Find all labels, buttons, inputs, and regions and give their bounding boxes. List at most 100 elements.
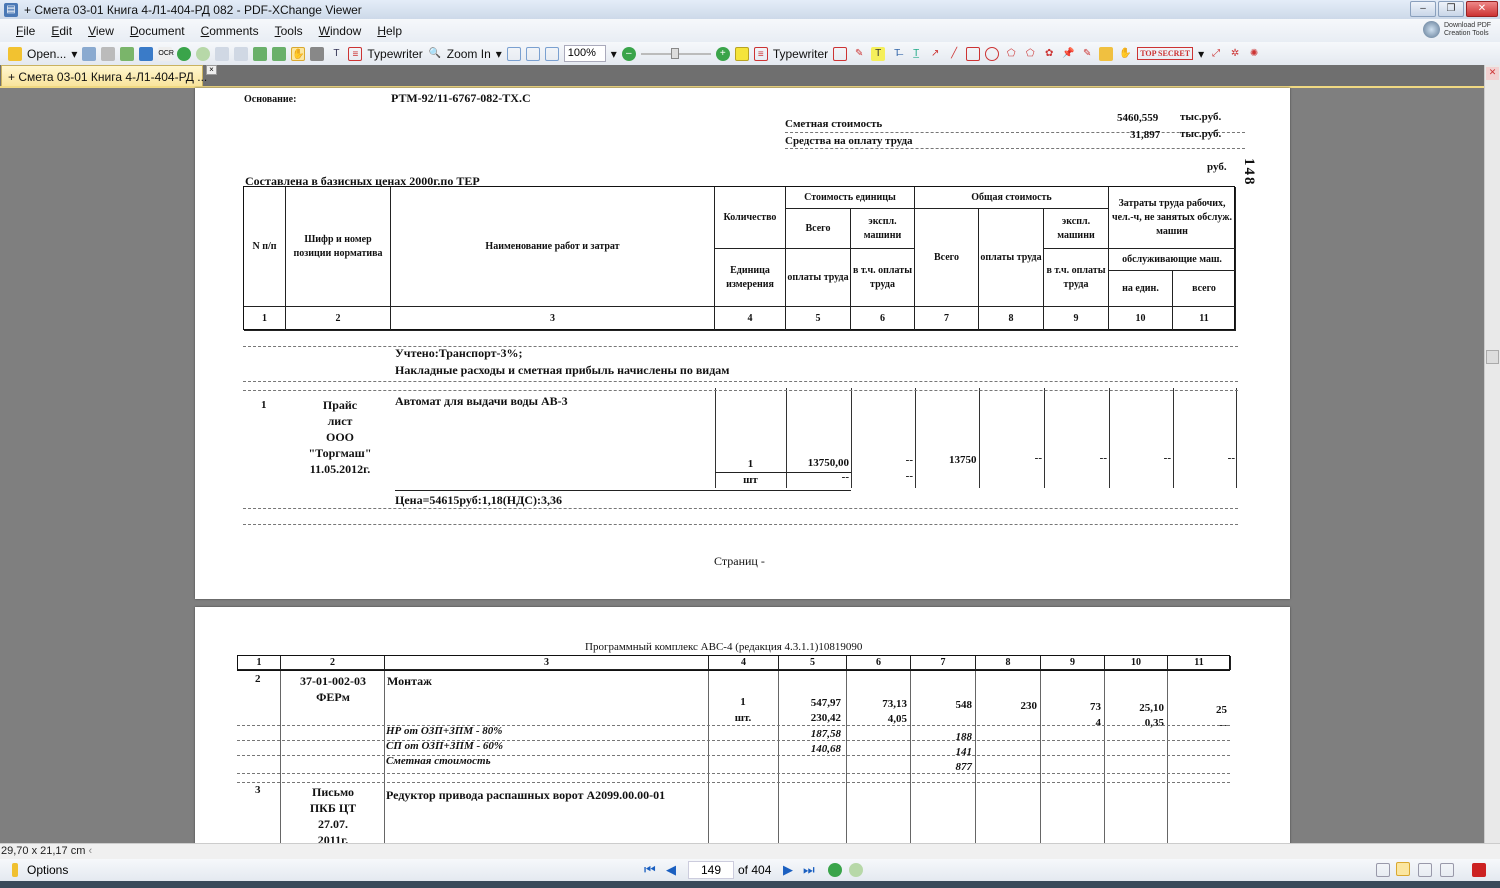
vertical-scrollbar[interactable]: ✕ [1484, 65, 1500, 843]
header-unit-mach: экспл. машини [851, 209, 915, 249]
highlight-icon[interactable]: T [871, 46, 886, 61]
close-document-icon[interactable]: ✕ [1486, 67, 1499, 80]
first-page-icon[interactable]: ⏮ [644, 862, 656, 878]
item-dash: -- [1034, 452, 1042, 464]
col-number: 8 [979, 307, 1044, 331]
rectangle-icon[interactable] [966, 46, 981, 61]
single-page-icon[interactable] [1376, 863, 1390, 877]
prev-page-icon[interactable]: ◀ [666, 862, 676, 878]
line-icon[interactable]: ╱ [947, 47, 961, 61]
redo-icon[interactable] [234, 46, 249, 61]
scan-icon[interactable] [139, 46, 154, 61]
zoom-level-field[interactable]: 100% [563, 45, 606, 62]
col-number: 1 [238, 656, 281, 670]
header-total: всего [1173, 271, 1236, 307]
menu-tools[interactable]: Tools [275, 24, 303, 38]
typewriter2-button[interactable]: Typewriter [773, 47, 828, 61]
estimate-label: Сметная стоимость [386, 755, 491, 767]
menu-help[interactable]: Help [377, 24, 402, 38]
rotate-left-icon[interactable] [253, 46, 268, 61]
save-icon[interactable] [82, 46, 97, 61]
callout-icon[interactable]: ✎ [852, 47, 866, 61]
pin-icon[interactable]: 📌 [1061, 47, 1075, 61]
fit-page-icon[interactable] [525, 46, 540, 61]
col-number: 5 [779, 656, 847, 670]
facing-page-icon[interactable] [1418, 863, 1432, 877]
estimate-c7: 877 [955, 761, 973, 773]
item-dash: -- [1227, 452, 1235, 464]
minimize-button[interactable]: – [1410, 1, 1436, 17]
history-back-icon[interactable] [828, 863, 842, 877]
continuous-facing-icon[interactable] [1440, 863, 1454, 877]
history-forward-icon[interactable] [849, 863, 863, 877]
download-pdf-tools-button[interactable]: Download PDF Creation Tools [1420, 20, 1498, 40]
scrollbar-thumb[interactable] [1486, 350, 1499, 364]
cloud-icon[interactable]: ✿ [1042, 47, 1056, 61]
title-bar: ▤ + Смета 03-01 Книга 4-Л1-404-РД 082 - … [0, 0, 1500, 19]
header-labor-costs: Затраты труда рабочих, чел.-ч, не заняты… [1109, 187, 1236, 249]
sticky-note-icon[interactable] [734, 46, 749, 61]
rotate-right-icon[interactable] [272, 46, 287, 61]
zoom-in-button[interactable]: Zoom In [447, 47, 491, 61]
zoom-out-icon[interactable]: – [621, 46, 636, 61]
row3-name: Редуктор привода распашных ворот А2099.0… [386, 788, 666, 802]
document-tab[interactable]: + Смета 03-01 Книга 4-Л1-404-РД ... [1, 65, 207, 87]
zoom-slider[interactable] [640, 47, 711, 59]
measure-icon[interactable]: ⤢ [1209, 47, 1223, 61]
polygon-icon[interactable]: ⬠ [1004, 47, 1018, 61]
last-page-icon[interactable]: ⏭ [803, 862, 815, 878]
col-number: 2 [286, 307, 391, 331]
item-dash: -- [1163, 452, 1171, 464]
menu-window[interactable]: Window [319, 24, 362, 38]
scroll-left-icon[interactable]: ‹ [88, 845, 92, 857]
status-bar: 29,70 x 21,17 cm ‹ [0, 843, 1500, 859]
row2-num: 2 [255, 673, 261, 685]
menu-view[interactable]: View [88, 24, 114, 38]
eraser-icon[interactable] [1099, 46, 1114, 61]
continuous-page-icon[interactable] [1396, 862, 1410, 876]
back-icon[interactable] [177, 46, 192, 61]
stamp-icon[interactable]: ✋ [1118, 47, 1132, 61]
overhead-label: НР от ОЗП+ЗПМ - 80% [386, 725, 503, 737]
pentagon-icon[interactable]: ⬠ [1023, 47, 1037, 61]
open-button[interactable]: Open... [27, 47, 66, 61]
print-icon[interactable] [101, 46, 116, 61]
email-icon[interactable] [120, 46, 135, 61]
maximize-button[interactable]: ❐ [1438, 1, 1464, 17]
menu-edit[interactable]: Edit [51, 24, 72, 38]
undo-icon[interactable] [215, 46, 230, 61]
perimeter-icon[interactable]: ✺ [1247, 47, 1261, 61]
menu-comments[interactable]: Comments [201, 24, 259, 38]
row3-code: Письмо ПКБ ЦТ 27.07. 2011г. [309, 785, 357, 847]
textbox-icon[interactable] [833, 46, 848, 61]
basis-label: Основание: [244, 94, 297, 105]
row3-num: 3 [255, 784, 261, 796]
basis-value: РТМ-92/11-6767-082-ТХ.С [391, 91, 531, 105]
pdf-menu-icon[interactable] [1472, 863, 1486, 877]
fit-width-icon[interactable] [544, 46, 559, 61]
menu-file[interactable]: File [16, 24, 35, 38]
area-icon[interactable]: ✲ [1228, 47, 1242, 61]
underline-icon[interactable]: T̲ [909, 47, 923, 61]
zoom-plus-icon[interactable]: + [715, 46, 730, 61]
stamp-top-secret[interactable]: TOP SECRET [1137, 47, 1194, 60]
pencil-icon[interactable]: ✎ [1080, 47, 1094, 61]
options-button[interactable]: Options [27, 863, 68, 877]
close-tab-icon[interactable]: × [206, 65, 217, 75]
ocr-icon[interactable]: OCR [158, 46, 174, 61]
col-number: 2 [281, 656, 385, 670]
typewriter-button[interactable]: Typewriter [367, 47, 422, 61]
close-button[interactable]: ✕ [1466, 1, 1498, 17]
arrow-icon[interactable]: ↗ [928, 47, 942, 61]
next-page-icon[interactable]: ▶ [783, 862, 793, 878]
row2-c5a: 547,97 [810, 697, 841, 709]
oval-icon[interactable] [985, 46, 1000, 61]
strikeout-icon[interactable]: T̶ [890, 47, 904, 61]
actual-size-icon[interactable] [506, 46, 521, 61]
page-number-input[interactable]: 149 [688, 861, 734, 879]
menu-document[interactable]: Document [130, 24, 185, 38]
forward-icon[interactable] [196, 46, 211, 61]
hand-tool-icon[interactable]: ✋ [291, 46, 306, 61]
snapshot-icon[interactable] [310, 46, 325, 61]
select-text-icon[interactable]: T [329, 47, 343, 61]
